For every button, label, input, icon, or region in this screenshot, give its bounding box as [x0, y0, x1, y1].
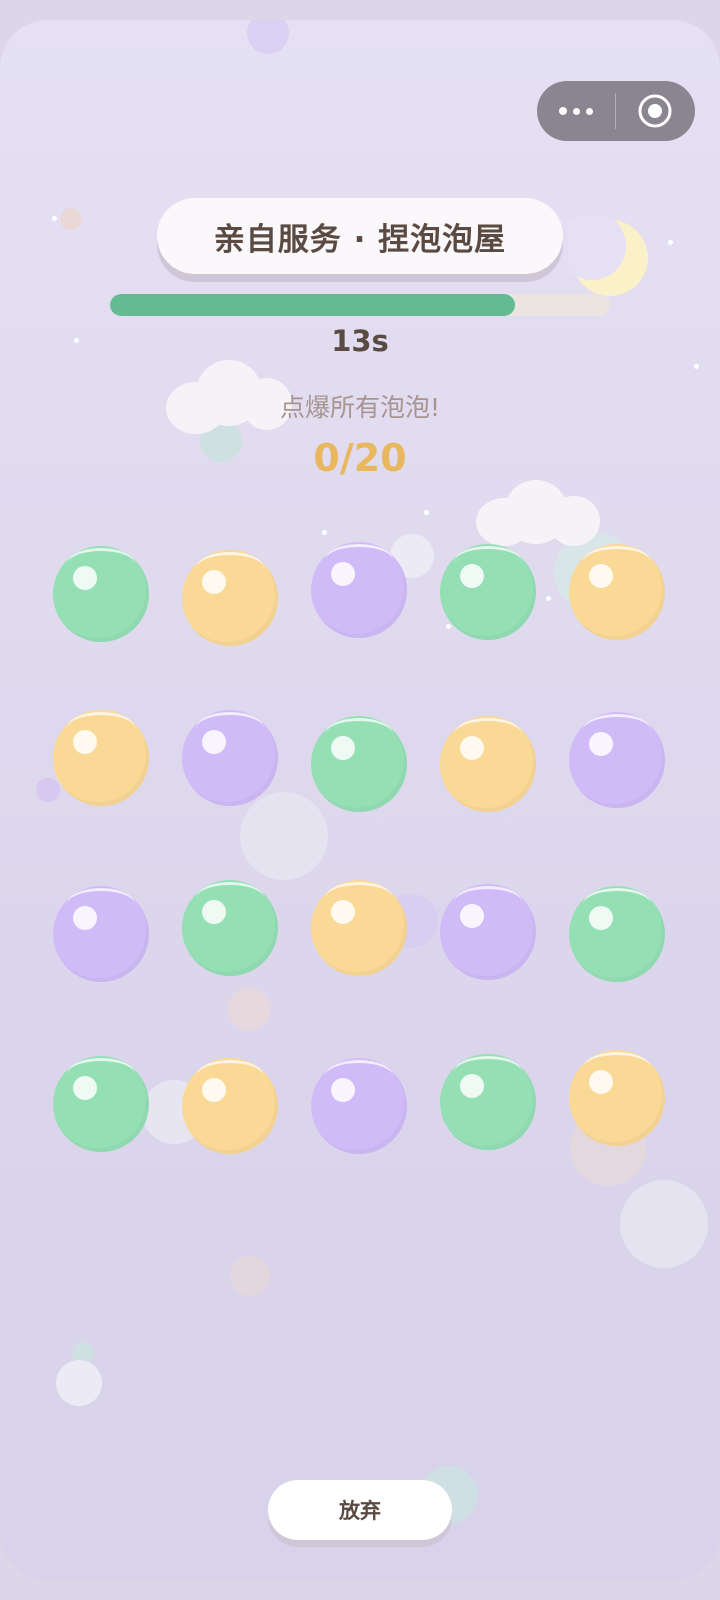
bg-dot — [230, 1256, 270, 1296]
time-progress-bar — [110, 294, 610, 316]
bg-dot — [228, 988, 270, 1030]
bubble-yellow[interactable] — [182, 1058, 278, 1154]
moon-icon — [568, 216, 648, 296]
bg-dot — [240, 792, 328, 880]
timer-text: 13s — [331, 324, 389, 358]
game-title: 亲自服务 · 捏泡泡屋 — [157, 198, 563, 274]
star — [446, 624, 451, 629]
bubble-purple[interactable] — [311, 542, 407, 638]
bg-dot — [620, 1180, 708, 1268]
star — [322, 530, 327, 535]
bubble-purple[interactable] — [53, 886, 149, 982]
bubble-green[interactable] — [182, 880, 278, 976]
bubble-purple[interactable] — [440, 884, 536, 980]
give-up-button[interactable]: 放弃 — [268, 1480, 452, 1540]
star — [424, 510, 429, 515]
pop-counter: 0/20 — [313, 436, 407, 480]
bubble-green[interactable] — [53, 1056, 149, 1152]
bg-dot — [56, 1360, 102, 1406]
bg-dot — [60, 208, 82, 230]
bubble-purple[interactable] — [182, 710, 278, 806]
bg-dot — [36, 778, 60, 802]
star — [694, 364, 699, 369]
bubble-purple[interactable] — [311, 1058, 407, 1154]
bubble-green[interactable] — [53, 546, 149, 642]
instruction-text: 点爆所有泡泡! — [279, 393, 441, 422]
bubble-yellow[interactable] — [53, 710, 149, 806]
bubble-green[interactable] — [440, 1054, 536, 1150]
bubble-green[interactable] — [311, 716, 407, 812]
bg-dot — [247, 20, 289, 54]
bubble-green[interactable] — [569, 886, 665, 982]
time-progress-fill — [110, 294, 515, 316]
bubble-yellow[interactable] — [311, 880, 407, 976]
game-screen: 亲自服务 · 捏泡泡屋 13s 点爆所有泡泡! 0/20 放弃 — [0, 20, 720, 1580]
star — [52, 216, 57, 221]
bubble-yellow[interactable] — [569, 1050, 665, 1146]
star — [546, 596, 551, 601]
bubble-purple[interactable] — [569, 712, 665, 808]
star — [668, 240, 673, 245]
bubble-yellow[interactable] — [182, 550, 278, 646]
more-dots-icon[interactable] — [537, 81, 615, 141]
miniprogram-capsule — [537, 81, 695, 141]
target-circle-icon[interactable] — [616, 81, 694, 141]
bubble-yellow[interactable] — [569, 544, 665, 640]
bubble-yellow[interactable] — [440, 716, 536, 812]
bubble-green[interactable] — [440, 544, 536, 640]
